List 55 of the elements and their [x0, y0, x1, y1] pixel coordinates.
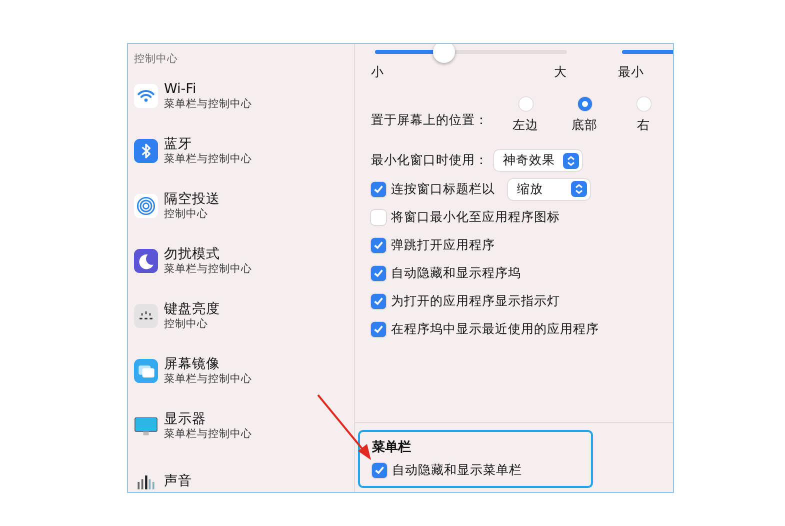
- screen-mirroring-icon: [134, 358, 158, 382]
- section-title: 菜单栏: [372, 439, 411, 456]
- radio-button[interactable]: [578, 97, 592, 111]
- sidebar-item-title[interactable]: 显示器: [164, 410, 206, 426]
- minimize-effect-label: 最小化窗口时使用：: [371, 152, 488, 169]
- checkbox-label: 自动隐藏和显示菜单栏: [392, 462, 522, 478]
- checkbox[interactable]: [371, 182, 386, 196]
- sidebar-item-title[interactable]: 勿扰模式: [164, 246, 220, 262]
- sidebar-item-subtitle: 控制中心: [164, 316, 208, 330]
- sidebar-item-subtitle: 菜单栏与控制中心: [164, 262, 252, 276]
- position-label: 置于屏幕上的位置：: [371, 112, 489, 129]
- size-slider[interactable]: [375, 44, 567, 63]
- checkbox[interactable]: [371, 238, 386, 252]
- radio-label: 底部: [572, 117, 598, 134]
- sidebar-item-title[interactable]: 蓝牙: [164, 136, 192, 152]
- radio-label: 右: [637, 117, 650, 134]
- checkbox[interactable]: [371, 210, 386, 224]
- slider-min-label: 小: [371, 64, 384, 81]
- radio-label: 左边: [512, 117, 539, 134]
- sidebar-item-subtitle: 菜单栏与控制中心: [164, 372, 252, 386]
- annotation-arrow: [317, 394, 371, 460]
- chevron-updown-icon: [563, 152, 579, 168]
- sidebar-header: 控制中心: [134, 52, 178, 66]
- bluetooth-icon: [134, 138, 158, 162]
- slider-thumb[interactable]: [433, 44, 456, 63]
- checkbox[interactable]: [371, 322, 386, 336]
- checkbox-label: 自动隐藏和显示程序坞: [391, 264, 521, 282]
- sidebar-item-title[interactable]: 隔空投送: [164, 190, 220, 206]
- double-click-action-dropdown[interactable]: 缩放: [508, 178, 590, 200]
- wifi-icon: [134, 84, 158, 108]
- minimize-effect-dropdown[interactable]: 神奇效果: [494, 150, 582, 171]
- sidebar-item-title[interactable]: 屏幕镜像: [164, 356, 220, 372]
- sidebar-item-title[interactable]: Wi-Fi: [164, 80, 196, 96]
- slider-min-label: 最小: [618, 64, 644, 81]
- radio-button[interactable]: [636, 97, 651, 111]
- slider-max-label: 大: [554, 64, 567, 81]
- brightness-icon: [134, 304, 158, 328]
- sidebar-item-subtitle: 菜单栏与控制中心: [164, 426, 252, 440]
- chevron-updown-icon: [571, 181, 587, 197]
- checkbox-label: 连按窗口标题栏以: [391, 180, 495, 198]
- concentric-rings-icon: [134, 194, 158, 218]
- checkbox[interactable]: [371, 294, 386, 308]
- sidebar-item-subtitle: 菜单栏与控制中心: [164, 96, 252, 110]
- sidebar-item-subtitle: 控制中心: [164, 206, 208, 220]
- checkbox[interactable]: [371, 266, 386, 280]
- sidebar-item-title[interactable]: 键盘亮度: [164, 300, 220, 316]
- checkbox-label: 将窗口最小化至应用程序图标: [391, 208, 560, 226]
- sidebar-item-title[interactable]: 声音: [164, 472, 192, 488]
- checkbox[interactable]: [372, 462, 387, 478]
- sidebar-item-subtitle: 菜单栏与控制中心: [164, 152, 252, 166]
- moon-icon: [134, 248, 158, 272]
- checkbox-label: 弹跳打开应用程序: [391, 236, 495, 254]
- radio-button[interactable]: [518, 97, 533, 111]
- checkbox-label: 为打开的应用程序显示指示灯: [391, 292, 560, 310]
- checkbox-label: 在程序坞中显示最近使用的应用程序: [391, 320, 599, 338]
